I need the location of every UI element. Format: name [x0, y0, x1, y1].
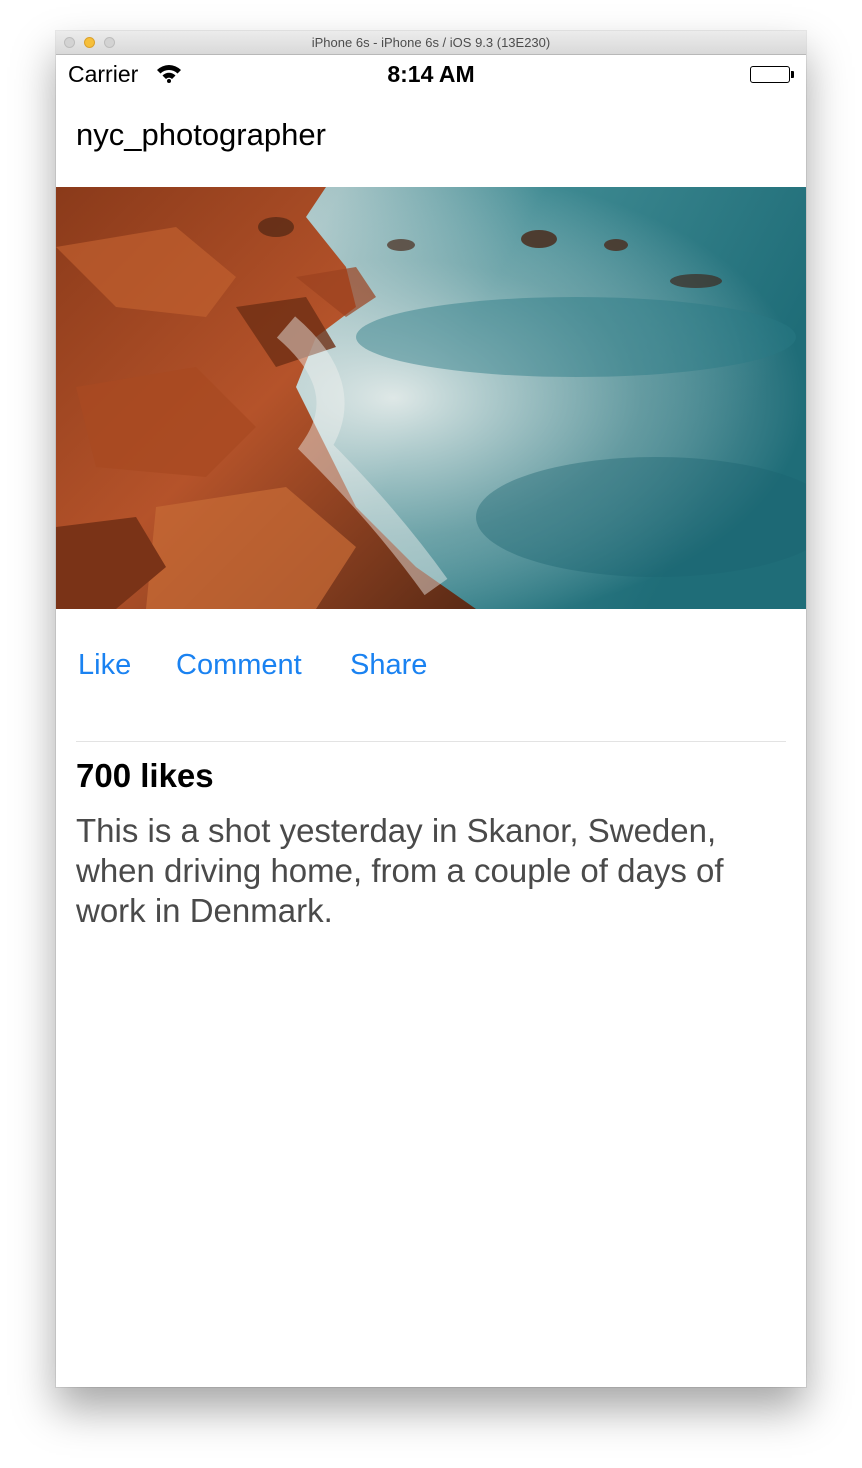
post-actions: Like Comment Share	[56, 649, 806, 689]
post-username[interactable]: nyc_photographer	[76, 117, 326, 153]
likes-count: 700 likes	[76, 757, 214, 794]
comment-button[interactable]: Comment	[176, 649, 302, 682]
status-bar: Carrier 8:14 AM	[56, 55, 806, 95]
battery-icon	[750, 66, 794, 83]
title-bar[interactable]: iPhone 6s - iPhone 6s / iOS 9.3 (13E230)	[56, 31, 806, 55]
post-caption: This is a shot yesterday in Skanor, Swed…	[76, 812, 724, 929]
post-photo	[56, 187, 806, 609]
simulator-window: iPhone 6s - iPhone 6s / iOS 9.3 (13E230)…	[56, 31, 806, 1387]
share-button[interactable]: Share	[350, 649, 427, 682]
status-time: 8:14 AM	[387, 61, 475, 87]
divider	[76, 741, 786, 742]
window-title: iPhone 6s - iPhone 6s / iOS 9.3 (13E230)	[311, 35, 551, 50]
like-button[interactable]: Like	[78, 649, 131, 682]
